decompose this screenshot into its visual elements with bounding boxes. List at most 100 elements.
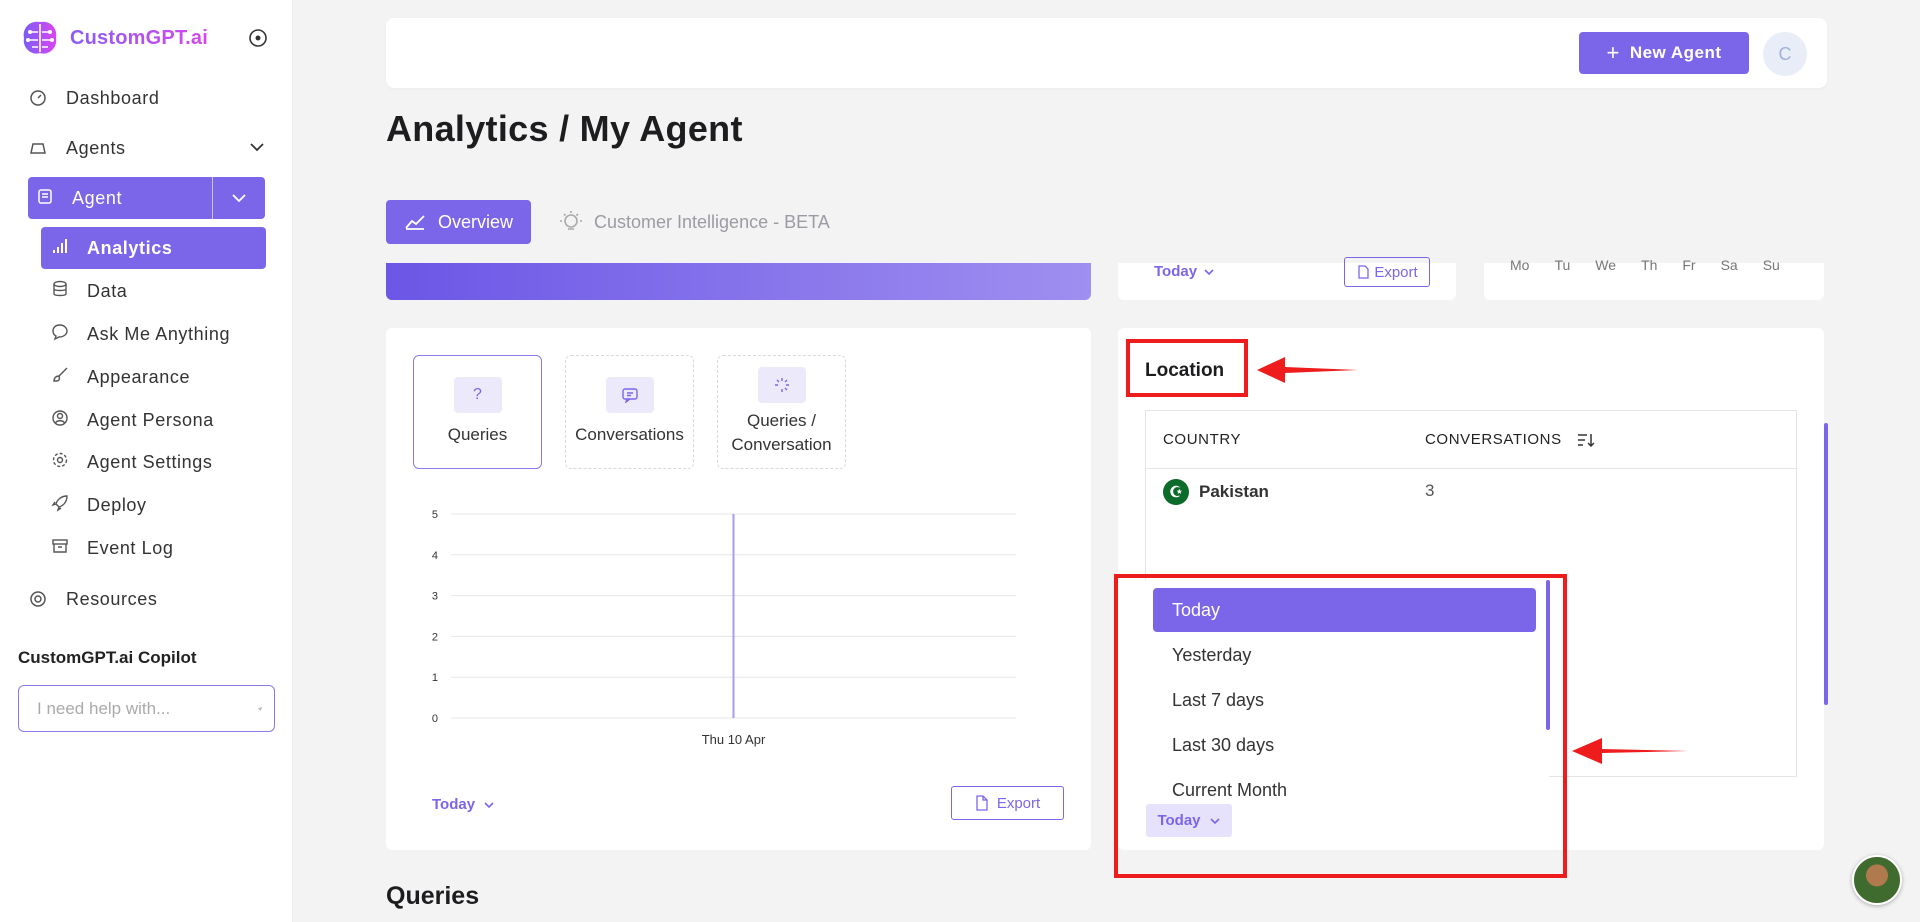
y-tick-label: 1: [432, 672, 438, 684]
sidebar-item-label: Dashboard: [66, 87, 160, 108]
sidebar-item-agent-persona[interactable]: Agent Persona: [41, 399, 266, 441]
question-icon: ?: [453, 377, 502, 414]
sidebar-item-analytics[interactable]: Analytics: [41, 227, 266, 269]
column-country: COUNTRY: [1163, 431, 1242, 448]
table-row: ☪ Pakistan 3: [1146, 469, 1796, 513]
metric-label: Queries / Conversation: [731, 411, 832, 454]
avatar-initial: C: [1778, 43, 1792, 64]
brush-icon: [51, 366, 69, 389]
sidebar-item-label: Appearance: [87, 366, 191, 387]
support-chat-avatar[interactable]: [1852, 855, 1902, 905]
sidebar-item-event-log[interactable]: Event Log: [41, 527, 266, 569]
app-name: CustomGPT.ai: [70, 26, 208, 49]
sidebar-item-label: Agent: [72, 187, 123, 208]
send-icon[interactable]: [258, 697, 262, 721]
sidebar-item-agent-settings[interactable]: Agent Settings: [41, 441, 266, 483]
database-icon: [51, 280, 69, 303]
new-agent-button[interactable]: + New Agent: [1579, 32, 1749, 74]
agent-label-button[interactable]: Agent: [28, 177, 213, 219]
sidebar-item-label: Ask Me Anything: [87, 323, 231, 344]
queries-chart: 0 1 2 3 4 5 Thu 10 Apr: [432, 509, 1016, 747]
chart-export-button[interactable]: Export: [951, 786, 1064, 820]
plus-icon: +: [1606, 40, 1620, 65]
export-label: Export: [996, 794, 1041, 812]
sidebar-item-appearance[interactable]: Appearance: [41, 356, 266, 398]
table-header: COUNTRY CONVERSATIONS: [1146, 411, 1796, 469]
collapse-sidebar-icon[interactable]: [246, 26, 270, 50]
lifebuoy-icon: [28, 589, 48, 609]
lightbulb-icon: [560, 211, 582, 230]
new-agent-label: New Agent: [1629, 43, 1722, 62]
sidebar-item-label: Resources: [66, 588, 158, 609]
calendar-card: Mo Tu We Th Fr Sa Su: [1484, 257, 1824, 300]
metric-queries-per-conversation[interactable]: Queries / Conversation: [717, 355, 846, 469]
sidebar-item-label: Deploy: [87, 494, 147, 515]
sidebar-item-data[interactable]: Data: [41, 270, 266, 312]
sidebar-item-dashboard[interactable]: Dashboard: [28, 78, 268, 118]
sidebar-item-agents[interactable]: Agents: [28, 128, 268, 168]
y-tick-label: 3: [432, 591, 438, 603]
range-label: Today: [432, 796, 476, 813]
sidebar-item-deploy[interactable]: Deploy: [41, 484, 266, 526]
logo[interactable]: CustomGPT.ai: [18, 18, 208, 58]
metric-label: Queries: [447, 425, 508, 445]
chart-range-dropdown[interactable]: Today: [432, 796, 495, 813]
tab-customer-intelligence[interactable]: Customer Intelligence - BETA: [558, 200, 830, 244]
copilot-title: CustomGPT.ai Copilot: [18, 648, 197, 667]
metric-queries[interactable]: ? Queries: [413, 355, 542, 469]
brain-logo-icon: [23, 21, 57, 54]
sparkle-icon: [757, 367, 806, 404]
queries-section-title: Queries: [386, 882, 480, 910]
weekday: We: [1595, 257, 1617, 273]
weekday: Mo: [1510, 257, 1530, 273]
sidebar-item-agent[interactable]: Agent: [28, 177, 265, 219]
annotation-box-location: [1126, 339, 1248, 397]
file-icon: [976, 795, 988, 811]
sidebar: CustomGPT.ai Dashboard Agents Agent Anal…: [0, 0, 293, 922]
pakistan-flag-icon: ☪: [1163, 479, 1189, 505]
weekday: Fr: [1682, 257, 1696, 273]
metric-conversations[interactable]: Conversations: [565, 355, 694, 469]
y-tick-label: 4: [432, 550, 438, 562]
annotation-box-dropdown: [1114, 574, 1567, 878]
top-bar: + New Agent C: [386, 18, 1827, 88]
column-label: CONVERSATIONS: [1425, 431, 1562, 448]
page-title: Analytics / My Agent: [386, 108, 743, 149]
export-button[interactable]: Export: [1344, 257, 1430, 287]
weekday: Su: [1762, 257, 1780, 273]
copilot-input[interactable]: [37, 698, 258, 719]
tab-overview[interactable]: Overview: [386, 200, 531, 244]
user-circle-icon: [51, 409, 69, 432]
sidebar-item-label: Analytics: [87, 237, 173, 258]
export-label: Export: [1374, 263, 1418, 281]
chevron-down-icon[interactable]: [246, 136, 268, 158]
chevron-down-icon: [1204, 268, 1214, 275]
sidebar-item-label: Event Log: [87, 537, 174, 558]
annotation-arrow-icon: [1572, 738, 1688, 764]
tab-label: Customer Intelligence - BETA: [594, 211, 830, 232]
sidebar-item-label: Agent Settings: [87, 451, 213, 472]
dashboard-icon: [28, 88, 48, 108]
chart-card: ? Queries Conversations Queries / Conver…: [386, 328, 1091, 850]
banner-card: [386, 263, 1091, 300]
sort-icon[interactable]: [1576, 432, 1596, 448]
agent-icon: [36, 187, 54, 210]
sidebar-item-ask-me-anything[interactable]: Ask Me Anything: [41, 313, 266, 355]
range-dropdown[interactable]: Today: [1154, 263, 1215, 280]
chat-icon: [605, 377, 654, 414]
agent-expand-button[interactable]: [213, 177, 265, 219]
chevron-down-icon: [484, 801, 494, 808]
range-label: Today: [1154, 263, 1198, 280]
weekday: Th: [1641, 257, 1658, 273]
weekday: Tu: [1554, 257, 1571, 273]
sidebar-item-label: Agent Persona: [87, 409, 214, 430]
avatar[interactable]: C: [1763, 32, 1807, 76]
agents-icon: [28, 138, 48, 158]
chat-icon: [51, 323, 69, 346]
y-tick-label: 5: [432, 509, 438, 521]
sidebar-item-resources[interactable]: Resources: [28, 579, 268, 619]
location-scrollbar[interactable]: [1824, 423, 1828, 705]
column-conversations[interactable]: CONVERSATIONS: [1425, 431, 1596, 448]
country-cell: ☪ Pakistan: [1163, 479, 1269, 505]
summary-card: Today Export: [1118, 257, 1456, 300]
